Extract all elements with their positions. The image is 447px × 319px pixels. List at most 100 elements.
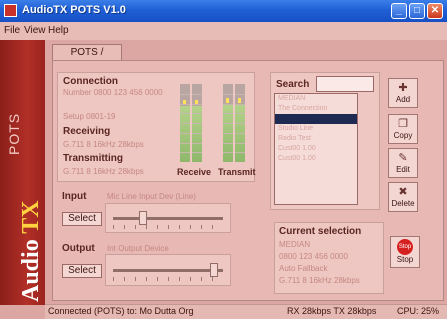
receiving-value: G.711 8 16kHz 28kbps (63, 140, 144, 149)
input-device: Mic Line Input Dev (Line) (107, 192, 196, 201)
brand-tx: TX (18, 200, 44, 234)
meter-tick (180, 104, 190, 105)
list-item[interactable]: MEDIAN (275, 94, 357, 104)
selection-line: MEDIAN (279, 240, 311, 249)
add-icon: ✚ (398, 82, 408, 94)
output-device: Int Output Device (107, 244, 169, 253)
copy-label: Copy (393, 131, 413, 140)
transmitting-value: G.711 8 16kHz 28kbps (63, 167, 144, 176)
tab-pots-modem[interactable]: POTS / Modem (52, 44, 122, 73)
meter-tick (235, 123, 245, 124)
output-label: Output (62, 243, 95, 254)
delete-button[interactable]: ✖ Delete (388, 182, 418, 212)
input-slider-ticks (113, 225, 223, 229)
meter-tick (192, 152, 202, 153)
edit-button[interactable]: ✎ Edit (388, 148, 418, 178)
selection-line: G.711 8 16kHz 28kbps (279, 276, 360, 285)
list-item[interactable]: The Connection (275, 104, 357, 114)
close-icon[interactable]: ✕ (427, 3, 443, 19)
input-slider-thumb[interactable] (139, 211, 147, 225)
selection-line: Auto Fallback (279, 264, 328, 273)
delete-label: Delete (391, 199, 415, 208)
meter-tick (192, 104, 202, 105)
search-input[interactable] (316, 76, 374, 92)
meter-tick (235, 94, 245, 95)
meter-tick (235, 104, 245, 105)
meter-tick (235, 133, 245, 134)
menu-file[interactable]: File (4, 25, 20, 36)
meter-tick (223, 123, 233, 124)
status-cpu: CPU: 25% (397, 306, 440, 316)
level-meter-bar (223, 84, 233, 162)
input-select-button[interactable]: Select (62, 212, 102, 226)
menu-help[interactable]: Help (48, 25, 69, 36)
meter-tick (180, 143, 190, 144)
copy-icon: ❐ (398, 118, 408, 130)
meter-tick (223, 133, 233, 134)
list-item[interactable]: Cust00 1.00 (275, 144, 357, 154)
menu-view[interactable]: View (24, 25, 46, 36)
stop-button[interactable]: Stop Stop (390, 236, 420, 268)
meter-tick (180, 94, 190, 95)
meter-tick (192, 143, 202, 144)
level-meter-fill (192, 106, 202, 162)
connection-label: Connection (63, 76, 118, 87)
list-item[interactable]: Cust00 1.00 (275, 154, 357, 164)
sidebar: POTS Audio TX (0, 40, 45, 305)
status-connection: Connected (POTS) to: Mo Dutta Org (48, 306, 194, 316)
meter-tick (223, 104, 233, 105)
connection-number: Number 0800 123 456 0000 (63, 88, 163, 97)
brand-audio: Audio (18, 239, 44, 302)
delete-icon: ✖ (398, 186, 408, 198)
meter-tick (235, 113, 245, 114)
mode-label: POTS (6, 112, 22, 155)
output-slider-track[interactable] (113, 269, 223, 272)
output-select-button[interactable]: Select (62, 264, 102, 278)
window-controls: _ □ ✕ (391, 3, 443, 19)
meter-tick (235, 152, 245, 153)
search-label: Search (276, 79, 310, 90)
meter-tick (180, 133, 190, 134)
level-meter-bar (180, 84, 190, 162)
peak-indicator (238, 98, 241, 103)
menu-bar: File View Help (0, 22, 447, 40)
meter-tick (180, 152, 190, 153)
meter-tick (223, 94, 233, 95)
window-title: AudioTX POTS V1.0 (22, 4, 126, 16)
level-meter-fill (180, 106, 190, 162)
meter-tick (235, 143, 245, 144)
receiving-label: Receiving (63, 126, 111, 137)
current-selection-label: Current selection (279, 226, 362, 237)
status-bar: Connected (POTS) to: Mo Dutta Org RX 28k… (45, 304, 447, 319)
output-slider-ticks (113, 277, 223, 281)
stop-icon: Stop (397, 239, 413, 255)
list-item[interactable]: Studio Line (275, 124, 357, 134)
level-meter-bar (192, 84, 202, 162)
edit-icon: ✎ (398, 152, 408, 164)
meter-tick (192, 133, 202, 134)
meter-tick (192, 113, 202, 114)
stop-label: Stop (396, 255, 414, 264)
minimize-icon[interactable]: _ (391, 3, 407, 19)
selection-line: 0800 123 456 0000 (279, 252, 348, 261)
edit-label: Edit (396, 165, 410, 174)
maximize-icon[interactable]: □ (409, 3, 425, 19)
output-slider-thumb[interactable] (210, 263, 218, 277)
title-bar: AudioTX POTS V1.0 _ □ ✕ (0, 0, 447, 22)
status-rate: RX 28kbps TX 28kbps (287, 306, 377, 316)
list-item[interactable]: Radio Test (275, 134, 357, 144)
meter-tick (223, 113, 233, 114)
connection-setup: Setup 0801-19 (63, 112, 116, 121)
meter-tick (192, 123, 202, 124)
input-slider-track[interactable] (113, 217, 223, 220)
peak-indicator (226, 98, 229, 103)
list-item-selected[interactable]: ABC Sound (275, 114, 357, 124)
add-button[interactable]: ✚ Add (388, 78, 418, 108)
app-icon (4, 4, 17, 17)
input-label: Input (62, 191, 87, 202)
meter-tick (223, 152, 233, 153)
copy-button[interactable]: ❐ Copy (388, 114, 418, 144)
meter-tick (192, 94, 202, 95)
transmitting-label: Transmitting (63, 153, 124, 164)
directory-list[interactable]: MEDIAN The Connection ABC Sound Studio L… (274, 93, 358, 205)
